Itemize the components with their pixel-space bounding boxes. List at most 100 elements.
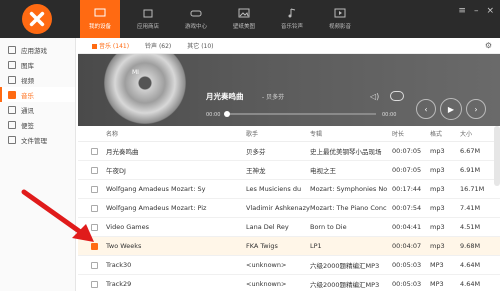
nav-tab-video[interactable]: 视频影音 <box>320 0 360 38</box>
track-duration: 00:05:03 <box>392 280 422 288</box>
track-album: 六级2000题精编汇MP3 <box>310 262 380 270</box>
next-button[interactable]: › <box>466 99 486 119</box>
track-size: 7.41M <box>460 204 481 212</box>
close-icon[interactable]: × <box>486 6 494 16</box>
track-artist: Les Musiciens du <box>246 185 302 193</box>
gamepad-icon <box>190 10 202 17</box>
track-format: mp3 <box>430 223 445 231</box>
row-checkbox[interactable] <box>91 280 98 288</box>
track-album: Born to Die <box>310 223 347 231</box>
nav-tab-my-device[interactable]: 我的设备 <box>80 0 120 38</box>
settings-gear-icon[interactable]: ⚙ <box>485 41 492 50</box>
now-playing-title: 月光奏鸣曲 <box>206 92 244 101</box>
track-artist: <unknown> <box>246 261 287 269</box>
track-album: 电视之王 <box>310 167 336 175</box>
tab-ringtone[interactable]: 铃声 (62) <box>145 41 171 50</box>
sidebar-item-label: 图库 <box>21 61 34 70</box>
track-duration: 00:07:05 <box>392 147 422 155</box>
nav-tab-label: 游戏中心 <box>184 24 207 30</box>
row-checkbox[interactable] <box>91 223 98 231</box>
store-icon <box>143 9 153 18</box>
play-button[interactable]: ▶ <box>440 98 462 120</box>
progress-knob[interactable] <box>224 111 230 117</box>
category-tabs: 音乐 (141) 铃声 (62) 其它 (10) <box>78 38 500 54</box>
music-icon <box>8 90 16 99</box>
track-album: Mozart: Symphonies No <box>310 185 388 193</box>
volume-icon[interactable]: ◁) <box>370 92 380 101</box>
header-name[interactable]: 名称 <box>106 129 246 138</box>
music-tab-icon <box>92 44 97 49</box>
track-format: MP3 <box>430 280 444 288</box>
nav-tab-label: 应用商店 <box>136 24 159 30</box>
track-name: Track30 <box>106 261 132 269</box>
row-checkbox[interactable] <box>91 185 98 193</box>
sidebar-item-files[interactable]: 文件管理 <box>0 132 75 147</box>
track-duration: 00:17:44 <box>392 185 422 193</box>
header-album[interactable]: 专辑 <box>310 129 392 138</box>
folder-icon <box>8 135 16 144</box>
contacts-icon <box>8 105 16 114</box>
track-name: Wolfgang Amadeus Mozart: Sy <box>106 185 206 193</box>
progress-bar[interactable] <box>224 111 376 117</box>
nav-tab-music-ringtone[interactable]: 音乐铃声 <box>272 0 312 38</box>
nav-tab-label: 视频影音 <box>328 24 351 30</box>
sidebar-item-apps[interactable]: 应用游戏 <box>0 42 75 57</box>
table-row[interactable]: Wolfgang Amadeus Mozart: Piz Vladimir As… <box>78 199 500 218</box>
minimize-icon[interactable]: – <box>474 6 479 16</box>
track-duration: 00:07:54 <box>392 204 422 212</box>
table-row-selected[interactable]: Two Weeks FKA Twigs LP1 00:04:07 mp3 9.6… <box>78 237 500 256</box>
track-name: Two Weeks <box>106 242 142 250</box>
table-row[interactable]: 午夜DJ 王神龙 电视之王 00:07:05 mp3 6.91M <box>78 161 500 180</box>
previous-button[interactable]: ‹ <box>416 99 436 119</box>
top-bar: 我的设备 应用商店 游戏中心 壁纸美图 音乐铃声 视频影音 ≡ – × <box>0 0 500 38</box>
tab-other[interactable]: 其它 (10) <box>187 41 213 50</box>
row-checkbox[interactable] <box>91 204 98 212</box>
track-duration: 00:04:07 <box>392 242 422 250</box>
track-artist: Lana Del Rey <box>246 223 289 231</box>
album-disc <box>104 54 186 124</box>
header-format[interactable]: 格式 <box>430 129 460 138</box>
nav-tab-wallpaper[interactable]: 壁纸美图 <box>224 0 264 38</box>
disc-label: MI <box>132 69 139 76</box>
music-note-icon <box>288 8 296 18</box>
table-row[interactable]: Track29 <unknown> 六级2000题精编汇MP3 00:05:03… <box>78 275 500 291</box>
header-artist[interactable]: 歌手 <box>246 129 310 138</box>
nav-tab-game-center[interactable]: 游戏中心 <box>176 0 216 38</box>
scrollbar[interactable] <box>494 126 500 186</box>
header-duration[interactable]: 时长 <box>392 129 430 138</box>
row-checkbox-checked[interactable] <box>91 242 98 250</box>
nav-tab-app-store[interactable]: 应用商店 <box>128 0 168 38</box>
main-panel: 音乐 (141) 铃声 (62) 其它 (10) ⚙ MI 月光奏鸣曲 - 贝多… <box>78 38 500 291</box>
apps-icon <box>8 45 16 54</box>
sidebar-item-music[interactable]: 音乐 <box>0 87 75 102</box>
row-checkbox[interactable] <box>91 261 98 269</box>
sidebar-item-contacts[interactable]: 通讯 <box>0 102 75 117</box>
sidebar-item-label: 文件管理 <box>21 136 47 145</box>
track-name: 月光奏鸣曲 <box>106 148 139 156</box>
loop-icon[interactable] <box>390 91 404 101</box>
table-row[interactable]: Video Games Lana Del Rey Born to Die 00:… <box>78 218 500 237</box>
sidebar-item-video[interactable]: 视频 <box>0 72 75 87</box>
track-name: 午夜DJ <box>106 167 126 175</box>
track-album: LP1 <box>310 242 322 250</box>
table-row[interactable]: Track30 <unknown> 六级2000题精编汇MP3 00:05:03… <box>78 256 500 275</box>
table-row[interactable]: Wolfgang Amadeus Mozart: Sy Les Musicien… <box>78 180 500 199</box>
tab-music[interactable]: 音乐 (141) <box>92 41 129 50</box>
track-name: Video Games <box>106 223 150 231</box>
now-playing-artist: - 贝多芬 <box>262 94 285 101</box>
table-header: 名称 歌手 专辑 时长 格式 大小 <box>78 126 500 142</box>
video-icon <box>334 8 346 18</box>
table-row[interactable]: 月光奏鸣曲 贝多芬 史上最优美钢琴小品现场 00:07:05 mp3 6.67M <box>78 142 500 161</box>
play-icon: ▶ <box>447 104 455 114</box>
row-checkbox[interactable] <box>91 166 98 174</box>
track-name: Track29 <box>106 280 132 288</box>
track-duration: 00:07:05 <box>392 166 422 174</box>
track-album: Mozart: The Piano Conc <box>310 204 387 212</box>
track-format: mp3 <box>430 242 445 250</box>
track-album: 史上最优美钢琴小品现场 <box>310 148 382 156</box>
menu-icon[interactable]: ≡ <box>458 6 466 16</box>
sidebar-item-gallery[interactable]: 图库 <box>0 57 75 72</box>
row-checkbox[interactable] <box>91 147 98 155</box>
sidebar-item-notes[interactable]: 便签 <box>0 117 75 132</box>
track-artist: Vladimir Ashkenazy <box>246 204 310 212</box>
